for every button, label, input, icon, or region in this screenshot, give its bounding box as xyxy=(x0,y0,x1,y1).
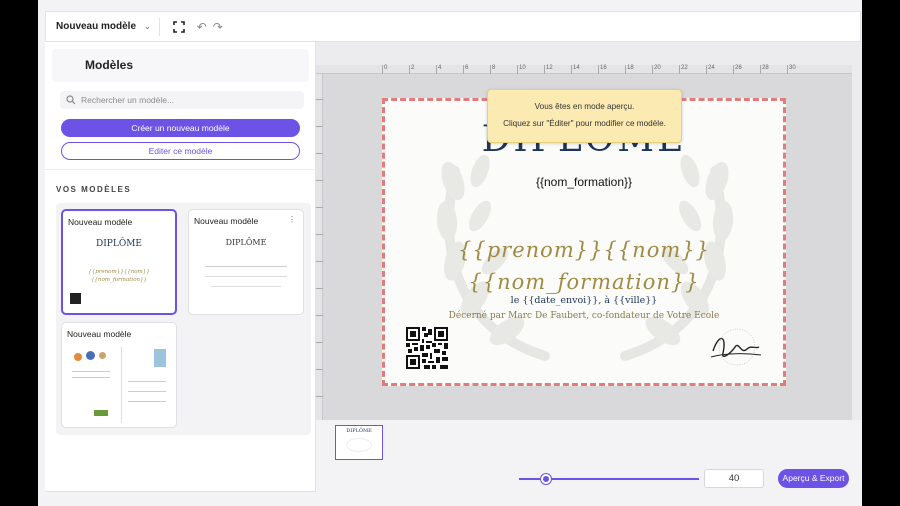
thumbnail-wreath xyxy=(346,438,372,452)
template-card-preview: DIPLÔME xyxy=(193,232,299,311)
planet-illustration xyxy=(86,351,95,360)
page-thumbnail[interactable]: DIPLÔME xyxy=(335,425,383,460)
edit-template-button[interactable]: Editer ce modèle xyxy=(61,142,300,160)
template-card-name: Nouveau modèle xyxy=(68,217,133,227)
ruler-tick xyxy=(315,207,323,208)
ruler-tick: 10 xyxy=(517,65,526,74)
preview-line xyxy=(205,266,287,267)
horizontal-ruler: 0 2 4 6 8 10 12 14 16 18 20 22 24 26 28 … xyxy=(315,65,852,74)
preview-export-button[interactable]: Aperçu & Export xyxy=(778,469,849,488)
search-box[interactable] xyxy=(60,91,304,109)
ruler-tick xyxy=(315,369,323,370)
template-cards-grid: Nouveau modèle DIPLÔME {{prenom}}{{nom}}… xyxy=(56,203,311,435)
ruler-tick xyxy=(315,126,323,127)
undo-icon[interactable]: ↶ xyxy=(197,21,207,33)
template-card-preview: DIPLÔME {{prenom}}{{nom}} {{nom_formatio… xyxy=(67,233,171,310)
ruler-tick xyxy=(315,261,323,262)
ruler-tick: 20 xyxy=(652,65,661,74)
sidebar-title: Modèles xyxy=(85,58,134,72)
ruler-tick: 12 xyxy=(544,65,553,74)
zoom-value-input[interactable]: 40 xyxy=(704,469,764,488)
preview-mode-tooltip: Vous êtes en mode aperçu. Cliquez sur "É… xyxy=(487,89,682,143)
formation-placeholder: {{nom_formation}} xyxy=(535,175,633,189)
template-card[interactable]: Nouveau modèle xyxy=(61,322,177,428)
preview-divider xyxy=(121,347,122,423)
bottom-bar: 40 Aperçu & Export xyxy=(315,464,862,506)
top-toolbar: Nouveau modèle ⌄ ↶ ↷ xyxy=(45,11,861,42)
formation-script-placeholder: {{nom_formation}} xyxy=(468,270,700,294)
signature-stamp xyxy=(710,328,762,366)
ruler-tick: 6 xyxy=(463,65,468,74)
ruler-tick xyxy=(315,396,323,397)
ruler-tick: 0 xyxy=(382,65,387,74)
template-card[interactable]: Nouveau modèle ⋮ DIPLÔME xyxy=(188,209,304,315)
preview-title: DIPLÔME xyxy=(96,239,142,249)
ruler-tick xyxy=(315,180,323,181)
ruler-tick: 16 xyxy=(598,65,607,74)
ruler-tick xyxy=(315,288,323,289)
ruler-tick: 22 xyxy=(679,65,688,74)
preview-qr xyxy=(70,293,81,304)
preview-line xyxy=(128,401,166,402)
search-icon xyxy=(66,95,76,105)
ruler-tick: 8 xyxy=(490,65,495,74)
more-options-icon[interactable]: ⋮ xyxy=(288,215,296,224)
preview-line xyxy=(128,381,166,382)
preview-script: {{nom_formation}} xyxy=(90,277,148,283)
tooltip-line-1: Vous êtes en mode aperçu. xyxy=(534,102,635,111)
planet-illustration xyxy=(99,352,106,359)
ruler-tick: 2 xyxy=(409,65,414,74)
date-city-line: le {{date_envoi}}, à {{ville}} xyxy=(510,295,658,306)
template-card-preview xyxy=(66,345,172,424)
template-card[interactable]: Nouveau modèle DIPLÔME {{prenom}}{{nom}}… xyxy=(61,209,177,315)
preview-image xyxy=(94,410,108,416)
awarded-by-line: Décerné par Marc De Faubert, co-fondateu… xyxy=(448,311,720,321)
ruler-tick xyxy=(315,153,323,154)
preview-line xyxy=(72,371,110,372)
preview-line xyxy=(128,391,166,392)
ruler-tick: 28 xyxy=(760,65,769,74)
ruler-tick xyxy=(315,315,323,316)
recipient-name-placeholder: {{prenom}}{{nom}} xyxy=(458,238,710,262)
zoom-slider-handle[interactable] xyxy=(541,474,551,484)
editor-app: Nouveau modèle ⌄ ↶ ↷ 0 2 4 6 8 10 12 14 … xyxy=(38,0,862,506)
ruler-tick: 14 xyxy=(571,65,580,74)
thumbnail-title: DIPLÔME xyxy=(346,428,372,434)
preview-image xyxy=(154,349,166,367)
toolbar-divider xyxy=(158,17,160,36)
document-title[interactable]: Nouveau modèle xyxy=(56,21,136,32)
ruler-tick xyxy=(315,99,323,100)
sidebar-divider xyxy=(45,169,316,170)
preview-line xyxy=(211,286,281,287)
page-thumbnail-strip: DIPLÔME xyxy=(315,420,862,464)
vertical-ruler xyxy=(315,74,323,421)
create-template-button[interactable]: Créer un nouveau modèle xyxy=(61,119,300,137)
ruler-tick: 24 xyxy=(706,65,715,74)
qr-code xyxy=(406,327,448,369)
ruler-tick: 30 xyxy=(787,65,796,74)
tooltip-line-2: Cliquez sur "Éditer" pour modifier ce mo… xyxy=(503,119,666,128)
templates-sidebar: Modèles Créer un nouveau modèle Editer c… xyxy=(45,42,316,492)
preview-line xyxy=(205,276,287,277)
search-input[interactable] xyxy=(81,95,281,105)
ruler-tick: 4 xyxy=(436,65,441,74)
ruler-tick: 18 xyxy=(625,65,634,74)
canvas-area: 0 2 4 6 8 10 12 14 16 18 20 22 24 26 28 … xyxy=(315,42,862,464)
ruler-tick xyxy=(315,342,323,343)
fullscreen-icon[interactable] xyxy=(172,20,185,33)
chevron-down-icon[interactable]: ⌄ xyxy=(144,22,151,31)
planet-illustration xyxy=(74,353,82,361)
preview-script: {{prenom}}{{nom}} xyxy=(88,269,150,275)
preview-line xyxy=(72,377,110,378)
template-card-name: Nouveau modèle xyxy=(194,216,259,226)
ruler-tick xyxy=(315,234,323,235)
redo-icon[interactable]: ↷ xyxy=(213,21,223,33)
ruler-tick: 26 xyxy=(733,65,742,74)
section-label: VOS MODÈLES xyxy=(56,185,132,194)
template-card-name: Nouveau modèle xyxy=(67,329,132,339)
preview-title: DIPLÔME xyxy=(225,238,267,247)
